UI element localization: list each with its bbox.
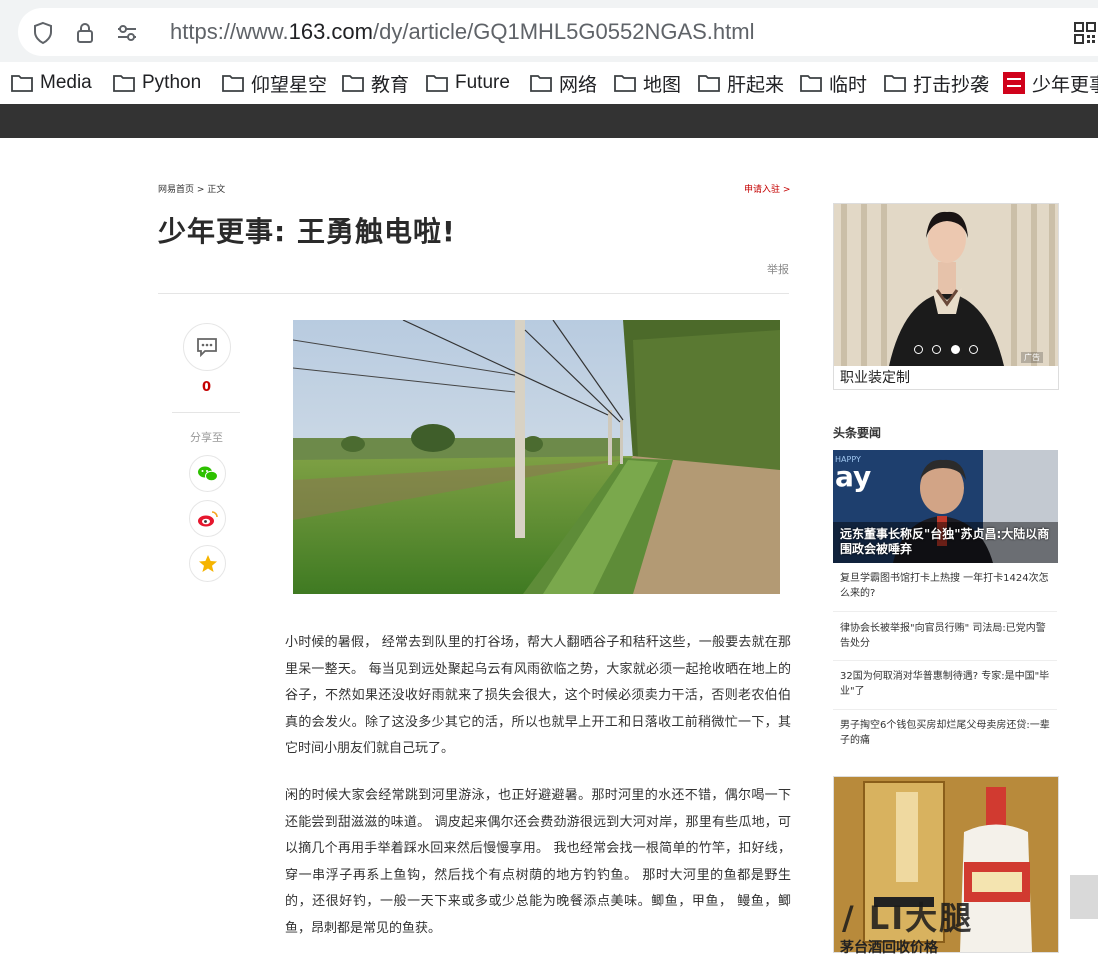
netease-logo-icon bbox=[1003, 72, 1025, 94]
bookmark-item[interactable]: 打击抄袭 bbox=[883, 70, 989, 96]
watermark: / LI大腿 bbox=[842, 899, 974, 937]
bookmark-label: 教育 bbox=[371, 74, 410, 96]
shield-icon[interactable] bbox=[30, 20, 56, 46]
news-divider bbox=[833, 660, 1057, 661]
url-path: /dy/article/GQ1MHL5G0552NGAS.html bbox=[372, 19, 755, 44]
ad-tag: 广告 bbox=[1021, 352, 1043, 363]
bookmark-label: Media bbox=[40, 72, 92, 93]
folder-icon bbox=[222, 75, 244, 92]
bookmark-label: 打击抄袭 bbox=[913, 74, 990, 96]
bookmark-item[interactable]: 网络 bbox=[529, 70, 597, 96]
bookmark-label: 地图 bbox=[643, 74, 682, 96]
news-item[interactable]: 律协会长被举报"向官员行贿" 司法局:已党内警告处分 bbox=[840, 621, 1055, 651]
wechat-icon bbox=[197, 466, 218, 481]
bookmark-item[interactable]: 地图 bbox=[613, 70, 681, 96]
ad-maotai-label[interactable]: 茅台酒回收价格 bbox=[840, 937, 938, 957]
folder-icon bbox=[426, 75, 448, 92]
folder-icon bbox=[614, 75, 636, 92]
site-top-nav bbox=[0, 104, 1098, 138]
browser-toolbar: https://www.163.com/dy/article/GQ1MHL5G0… bbox=[0, 0, 1098, 62]
share-divider bbox=[172, 412, 240, 413]
farmland-image bbox=[293, 320, 780, 594]
news-item[interactable]: 复旦学霸图书馆打卡上热搜 一年打卡1424次怎么来的? bbox=[840, 571, 1055, 601]
news-item[interactable]: 32国为何取消对华普惠制待遇? 专家:是中国"毕业"了 bbox=[840, 669, 1055, 699]
carousel-dot[interactable] bbox=[914, 345, 923, 354]
news-divider bbox=[833, 709, 1057, 710]
carousel-dot[interactable] bbox=[932, 345, 942, 354]
ad-carousel[interactable]: 广告 bbox=[833, 203, 1059, 390]
hot-news-title: 头条要闻 bbox=[833, 426, 882, 440]
apply-link[interactable]: 申请入驻 > bbox=[744, 182, 790, 195]
share-wechat-button[interactable] bbox=[189, 455, 226, 492]
article-title: 少年更事: 王勇触电啦! bbox=[158, 215, 456, 248]
carousel-dots[interactable] bbox=[914, 345, 978, 355]
weibo-icon bbox=[197, 510, 218, 526]
bookmark-item[interactable]: Future bbox=[425, 70, 510, 96]
bookmark-label: Python bbox=[142, 72, 202, 93]
folder-icon bbox=[884, 75, 906, 92]
folder-icon bbox=[113, 75, 135, 92]
folder-icon bbox=[698, 75, 720, 92]
folder-icon bbox=[342, 75, 364, 92]
qzone-star-icon bbox=[198, 554, 217, 572]
bookmark-label: 少年更事 bbox=[1032, 74, 1098, 96]
folder-icon bbox=[800, 75, 822, 92]
bookmark-item[interactable]: 少年更事 bbox=[1002, 70, 1098, 96]
address-bar[interactable]: https://www.163.com/dy/article/GQ1MHL5G0… bbox=[18, 8, 1098, 56]
share-label: 分享至 bbox=[190, 431, 223, 444]
folder-icon bbox=[11, 75, 33, 92]
bookmark-label: 仰望星空 bbox=[251, 74, 328, 96]
bookmark-item[interactable]: 仰望星空 bbox=[221, 70, 327, 96]
bookmark-item[interactable]: 教育 bbox=[341, 70, 409, 96]
bookmark-label: 临时 bbox=[829, 74, 868, 96]
article-paragraph: 闲的时候大家会经常跳到河里游泳，也正好避避暑。那时河里的水还不错，偶尔喝一下还能… bbox=[285, 788, 791, 936]
url-prefix: https://www. bbox=[170, 19, 289, 44]
news-item[interactable]: 男子掏空6个钱包买房却烂尾父母卖房还贷:一辈子的痛 bbox=[840, 718, 1055, 748]
article-photo bbox=[293, 320, 780, 594]
share-qzone-button[interactable] bbox=[189, 545, 226, 582]
comment-count[interactable]: 0 bbox=[202, 380, 211, 395]
url-text[interactable]: https://www.163.com/dy/article/GQ1MHL5G0… bbox=[170, 18, 754, 46]
news-divider bbox=[833, 611, 1057, 612]
url-domain: 163.com bbox=[288, 19, 373, 44]
svg-text:ay: ay bbox=[835, 460, 871, 493]
lock-icon[interactable] bbox=[72, 20, 98, 46]
svg-text:HAPPY: HAPPY bbox=[835, 455, 861, 464]
bookmark-item[interactable]: Media bbox=[10, 70, 92, 96]
top-news-caption[interactable]: 远东董事长称反"台独"苏贞昌:大陆以商围政会被唾弃 bbox=[840, 527, 1055, 557]
bookmark-item[interactable]: 临时 bbox=[799, 70, 867, 96]
bookmark-label: 网络 bbox=[559, 74, 598, 96]
site-settings-icon[interactable] bbox=[114, 20, 140, 46]
scroll-to-top-tab[interactable] bbox=[1070, 875, 1098, 919]
bookmark-item[interactable]: Python bbox=[112, 70, 201, 96]
ad-label[interactable]: 职业装定制 bbox=[840, 367, 910, 387]
title-divider bbox=[158, 293, 789, 294]
bookmark-label: Future bbox=[455, 72, 510, 93]
bookmark-label: 肝起来 bbox=[727, 74, 785, 96]
bookmark-item[interactable]: 肝起来 bbox=[697, 70, 784, 96]
carousel-dot[interactable] bbox=[968, 345, 978, 354]
article-paragraph: 小时候的暑假， 经常去到队里的打谷场，帮大人翻晒谷子和秸秆这些，一般要去就在那里… bbox=[285, 635, 791, 756]
share-weibo-button[interactable] bbox=[189, 500, 226, 537]
comment-icon bbox=[197, 338, 217, 357]
bookmarks-bar: Media Python 仰望星空 教育 Future 网络 地图 肝起来 临时 打击抄袭 少年更事 bbox=[0, 62, 1098, 104]
qr-code-icon[interactable] bbox=[1072, 20, 1098, 46]
folder-icon bbox=[530, 75, 552, 92]
breadcrumb[interactable]: 网易首页 > 正文 bbox=[158, 182, 225, 195]
ad-photo bbox=[834, 204, 1058, 366]
carousel-dot-active[interactable] bbox=[950, 345, 960, 354]
report-link[interactable]: 举报 bbox=[767, 261, 789, 277]
comment-button[interactable] bbox=[183, 323, 231, 371]
